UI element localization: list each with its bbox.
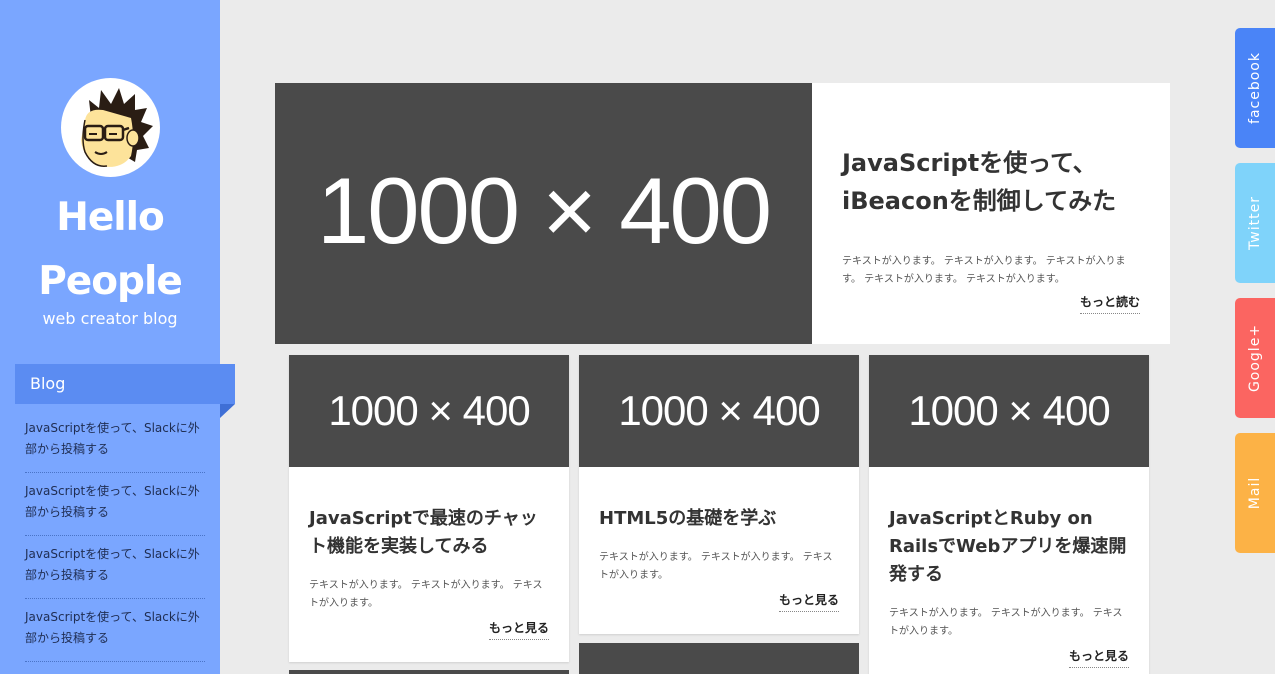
avatar[interactable] — [61, 78, 160, 177]
featured-image-label: 1000 × 400 — [316, 158, 772, 263]
next-card-image-placeholder[interactable] — [289, 670, 569, 674]
card-body: JavaScriptとRuby on RailsでWebアプリを爆速開発する テ… — [869, 467, 1149, 674]
site-title-line1: Hello — [56, 195, 165, 240]
site-title[interactable]: Hello People — [0, 186, 220, 314]
googleplus-label: Google+ — [1247, 323, 1263, 393]
social-twitter-tab[interactable]: Twitter — [1235, 163, 1275, 283]
sidebar-post-item[interactable]: JavaScriptを使って、Slackに外部から投稿する — [25, 473, 205, 536]
article-card: 1000 × 400 JavaScriptで最速のチャット機能を実装してみる テ… — [289, 355, 569, 662]
card-image-placeholder[interactable]: 1000 × 400 — [869, 355, 1149, 467]
featured-text: テキストが入ります。 テキストが入ります。 テキストが入ります。 テキストが入り… — [842, 256, 1126, 285]
card-body: HTML5の基礎を学ぶ テキストが入ります。 テキストが入ります。 テキストが入… — [579, 467, 859, 634]
card-read-more-link[interactable]: もっと見る — [778, 591, 839, 612]
card-read-more-link[interactable]: もっと見る — [1068, 647, 1129, 668]
sidebar: Hello People web creator blog Blog JavaS… — [0, 0, 235, 674]
sidebar-post-list: JavaScriptを使って、Slackに外部から投稿する JavaScript… — [25, 410, 205, 662]
card-image-placeholder[interactable]: 1000 × 400 — [579, 355, 859, 467]
featured-read-more-link[interactable]: もっと読む — [1080, 293, 1141, 314]
card-title[interactable]: JavaScriptとRuby on RailsでWebアプリを爆速開発する — [889, 505, 1129, 589]
article-card: 1000 × 400 JavaScriptとRuby on RailsでWebア… — [869, 355, 1149, 674]
twitter-label: Twitter — [1247, 196, 1263, 250]
social-facebook-tab[interactable]: facebook — [1235, 28, 1275, 148]
next-card-image-placeholder[interactable] — [579, 643, 859, 674]
heading-fold-decoration — [220, 404, 235, 418]
mail-label: Mail — [1247, 476, 1263, 510]
card-read-more-link[interactable]: もっと見る — [488, 619, 549, 640]
card-title[interactable]: JavaScriptで最速のチャット機能を実装してみる — [309, 505, 549, 561]
sidebar-post-item[interactable]: JavaScriptを使って、Slackに外部から投稿する — [25, 536, 205, 599]
featured-article: 1000 × 400 JavaScriptを使って、iBeaconを制御してみた… — [275, 83, 1170, 344]
site-tagline: web creator blog — [42, 309, 178, 328]
card-text: テキストが入ります。 テキストが入ります。 テキストが入ります。 — [599, 552, 833, 581]
social-mail-tab[interactable]: Mail — [1235, 433, 1275, 553]
card-body: JavaScriptで最速のチャット機能を実装してみる テキストが入ります。 テ… — [289, 467, 569, 662]
sidebar-post-item[interactable]: JavaScriptを使って、Slackに外部から投稿する — [25, 599, 205, 662]
avatar-illustration-icon — [81, 88, 153, 167]
featured-image-placeholder[interactable]: 1000 × 400 — [275, 83, 812, 344]
facebook-label: facebook — [1247, 52, 1263, 124]
site-title-line2: People — [38, 259, 183, 304]
featured-title[interactable]: JavaScriptを使って、iBeaconを制御してみた — [842, 144, 1142, 220]
card-title[interactable]: HTML5の基礎を学ぶ — [599, 505, 839, 533]
card-text: テキストが入ります。 テキストが入ります。 テキストが入ります。 — [309, 580, 543, 609]
card-image-placeholder[interactable]: 1000 × 400 — [289, 355, 569, 467]
sidebar-heading-blog[interactable]: Blog — [15, 364, 235, 404]
sidebar-post-item[interactable]: JavaScriptを使って、Slackに外部から投稿する — [25, 410, 205, 473]
article-card: 1000 × 400 HTML5の基礎を学ぶ テキストが入ります。 テキストが入… — [579, 355, 859, 634]
card-text: テキストが入ります。 テキストが入ります。 テキストが入ります。 — [889, 608, 1123, 637]
social-googleplus-tab[interactable]: Google+ — [1235, 298, 1275, 418]
